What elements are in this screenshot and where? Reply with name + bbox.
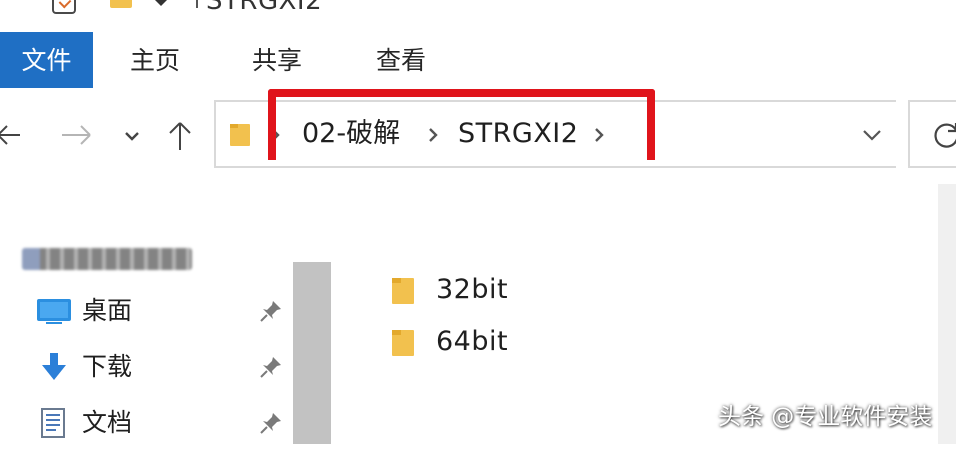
content-scrollbar[interactable] <box>938 184 956 444</box>
nav-item-desktop[interactable]: 桌面 <box>0 284 292 338</box>
list-item[interactable]: 64bit <box>386 320 586 366</box>
pin-icon[interactable] <box>258 298 284 324</box>
desktop-icon <box>37 299 71 324</box>
properties-icon[interactable] <box>52 0 76 14</box>
navigation-pane-scrollbar[interactable] <box>293 262 331 444</box>
new-folder-icon[interactable] <box>110 0 132 8</box>
refresh-button[interactable] <box>908 100 956 168</box>
folder-icon <box>392 278 414 304</box>
nav-item-label: 文档 <box>82 408 133 437</box>
file-name: 64bit <box>436 326 509 357</box>
annotation-highlight-box <box>268 89 655 160</box>
nav-item-downloads[interactable]: 下载 <box>0 340 292 394</box>
refresh-icon <box>934 123 956 148</box>
nav-item-documents[interactable]: 文档 <box>0 396 292 450</box>
tab-share[interactable]: 共享 <box>230 32 324 88</box>
title-separator <box>196 0 198 8</box>
tab-view[interactable]: 查看 <box>354 32 448 88</box>
window-title: STRGXI2 <box>206 0 323 16</box>
title-bar: STRGXI2 <box>0 0 956 22</box>
document-icon <box>41 408 65 438</box>
pin-icon[interactable] <box>258 354 284 380</box>
navigation-pane: 桌面 下载 文档 <box>0 184 332 444</box>
quick-access-dropdown-icon[interactable] <box>152 0 170 10</box>
list-item[interactable]: 32bit <box>386 268 586 314</box>
pin-icon[interactable] <box>258 410 284 436</box>
nav-item-label: 下载 <box>82 352 133 381</box>
folder-icon <box>230 124 250 146</box>
download-icon <box>42 353 66 380</box>
forward-arrow-icon[interactable] <box>60 122 94 148</box>
file-name: 32bit <box>436 274 509 305</box>
watermark-text: 头条 @专业软件安装 <box>718 404 933 430</box>
quick-access-heading-blurred <box>22 248 192 270</box>
ribbon-tabs: 文件 主页 共享 查看 <box>0 32 956 88</box>
folder-icon <box>392 330 414 356</box>
up-arrow-icon[interactable] <box>166 120 194 152</box>
chevron-down-icon[interactable] <box>122 126 142 146</box>
address-history-chevron-icon[interactable] <box>860 126 884 144</box>
tab-home[interactable]: 主页 <box>108 32 202 88</box>
nav-item-label: 桌面 <box>82 296 133 325</box>
tab-file[interactable]: 文件 <box>0 32 93 88</box>
back-arrow-icon[interactable] <box>0 122 22 148</box>
